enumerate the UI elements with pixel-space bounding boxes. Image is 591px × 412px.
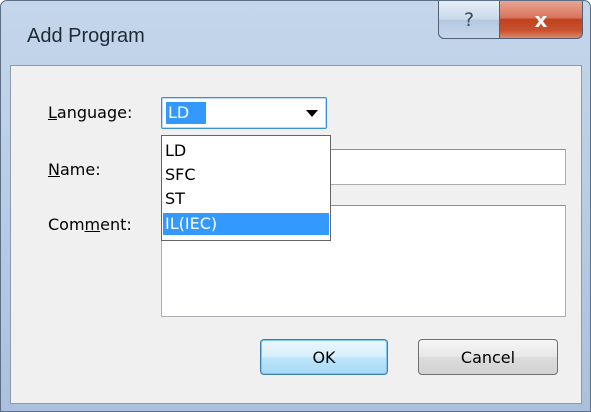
dialog-window: Add Program ? x Language: LD Name: Comme… xyxy=(0,0,591,412)
cancel-button[interactable]: Cancel xyxy=(418,339,558,375)
ok-button-label: OK xyxy=(312,347,336,367)
close-icon: x xyxy=(534,7,548,32)
comment-label: Comment: xyxy=(48,215,132,234)
dropdown-option-il-iec[interactable]: IL(IEC) xyxy=(163,213,329,235)
close-button[interactable]: x xyxy=(499,1,583,39)
cancel-button-label: Cancel xyxy=(460,347,516,367)
language-label: Language: xyxy=(48,103,133,122)
window-title: Add Program xyxy=(27,25,145,47)
language-dropdown-list: LD SFC ST IL(IEC) xyxy=(161,135,331,241)
dropdown-option-st[interactable]: ST xyxy=(163,188,329,210)
chevron-down-icon[interactable] xyxy=(306,110,318,117)
help-button[interactable]: ? xyxy=(438,1,500,39)
dialog-body: Language: LD Name: Comment: LD SFC ST IL… xyxy=(10,65,582,404)
help-icon: ? xyxy=(463,8,475,31)
name-label: Name: xyxy=(48,160,101,179)
ok-button[interactable]: OK xyxy=(260,339,388,375)
dropdown-option-ld[interactable]: LD xyxy=(163,140,329,162)
language-selected-value: LD xyxy=(166,102,206,124)
language-combobox[interactable]: LD xyxy=(161,97,327,129)
dropdown-option-sfc[interactable]: SFC xyxy=(163,164,329,186)
